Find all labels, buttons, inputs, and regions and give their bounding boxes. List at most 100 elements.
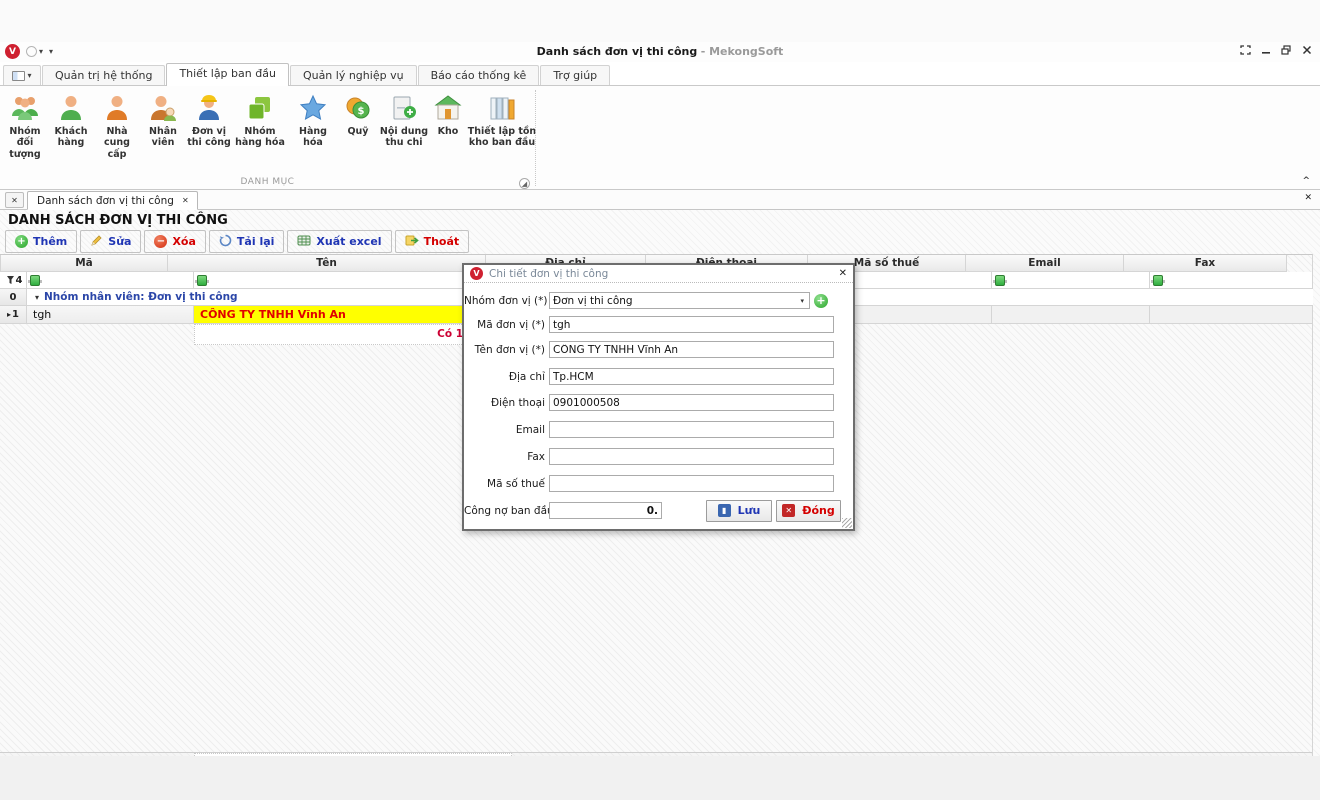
field-label: Email	[464, 424, 549, 436]
dialog-title-bar[interactable]: V Chi tiết đơn vị thi công ✕	[464, 265, 853, 283]
add-group-button[interactable]: +	[814, 294, 828, 308]
close-dialog-button[interactable]: ✕ Đóng	[776, 500, 841, 522]
column-header-fax[interactable]: Fax	[1124, 255, 1287, 272]
cell-email[interactable]	[992, 306, 1150, 324]
ribbon-item-label: Nhóm đối tượng	[2, 126, 48, 160]
ribbon-item-label: Thiết lập tồn kho ban đầu	[466, 126, 538, 149]
dia-chi-input[interactable]	[549, 368, 834, 385]
column-header-email[interactable]: Email	[966, 255, 1124, 272]
desktop-strip	[0, 756, 1320, 800]
ribbon-item-quy[interactable]: $ Quỹ	[338, 90, 378, 168]
cell-fax[interactable]	[1150, 306, 1313, 324]
filter-cell[interactable]	[992, 272, 1150, 289]
field-nhom-don-vi: Nhóm đơn vị (*) Đơn vị thi công ▾ +	[464, 292, 853, 309]
field-label: Tên đơn vị (*)	[464, 344, 549, 356]
supplier-icon	[101, 92, 133, 124]
ribbon-body: Nhóm đối tượng Khách hàng Nhà cung cấp	[0, 85, 1320, 190]
group-row-label: Nhóm nhân viên: Đơn vị thi công	[44, 291, 238, 303]
ten-don-vi-input[interactable]	[549, 341, 834, 358]
close-button[interactable]	[1302, 45, 1312, 55]
minimize-button[interactable]	[1261, 45, 1271, 55]
exit-icon	[405, 234, 419, 250]
ribbon-group-more-button[interactable]: ◢	[519, 178, 530, 189]
ribbon-item-nhan-vien[interactable]: Nhân viên	[140, 90, 186, 168]
filter-condition-icon[interactable]	[197, 275, 207, 286]
column-header-ten[interactable]: Tên	[168, 255, 486, 272]
cong-no-input[interactable]	[549, 502, 662, 519]
xuat-excel-button[interactable]: Xuất excel	[287, 230, 391, 253]
row-indicator: ▸ 1	[0, 306, 27, 324]
ma-don-vi-input[interactable]	[549, 316, 834, 333]
ribbon-item-nhom-doi-tuong[interactable]: Nhóm đối tượng	[2, 90, 48, 168]
filter-cell[interactable]	[834, 272, 992, 289]
coins-icon: $	[342, 92, 374, 124]
thoat-button[interactable]: Thoát	[395, 230, 470, 253]
ribbon-item-khach-hang[interactable]: Khách hàng	[48, 90, 94, 168]
filter-cell[interactable]	[27, 272, 194, 289]
dialog-close-icon[interactable]: ✕	[839, 268, 847, 279]
nhom-don-vi-combobox[interactable]: Đơn vị thi công ▾	[549, 292, 810, 309]
email-input[interactable]	[549, 421, 834, 438]
cell-ma-so-thue[interactable]	[834, 306, 992, 324]
page-title: DANH SÁCH ĐƠN VỊ THI CÔNG	[0, 210, 1313, 229]
row-indicator: 0	[0, 289, 27, 306]
ribbon-tab-bao-cao-thong-ke[interactable]: Báo cáo thống kê	[418, 65, 540, 86]
sua-button[interactable]: Sửa	[80, 230, 141, 253]
filter-condition-icon[interactable]	[30, 275, 40, 286]
them-button[interactable]: + Thêm	[5, 230, 77, 253]
tai-lai-button[interactable]: Tải lại	[209, 230, 285, 253]
dialog-title: Chi tiết đơn vị thi công	[489, 268, 833, 280]
title-bar: V ▾ ▾ Danh sách đơn vị thi công - Mekong…	[0, 42, 1320, 62]
ribbon-group-label: DANH MỤC	[0, 177, 535, 187]
document-tab-active[interactable]: Danh sách đơn vị thi công ✕	[27, 191, 198, 210]
tab-close-icon[interactable]: ✕	[182, 196, 189, 205]
ribbon-tab-thiet-lap-ban-dau[interactable]: Thiết lập ban đầu	[166, 63, 289, 86]
screen: V ▾ ▾ Danh sách đơn vị thi công - Mekong…	[0, 0, 1320, 800]
field-cong-no: Công nợ ban đầu ▮ Lưu ✕ Đóng	[464, 502, 853, 519]
xoa-button[interactable]: − Xóa	[144, 230, 205, 253]
filter-cell[interactable]	[1150, 272, 1313, 289]
funnel-icon	[7, 276, 14, 284]
ribbon-collapse-button[interactable]: ^	[1302, 176, 1310, 186]
dien-thoai-input[interactable]	[549, 394, 834, 411]
save-button[interactable]: ▮ Lưu	[706, 500, 772, 522]
stock-columns-icon	[486, 92, 518, 124]
ribbon-appmenu-tab[interactable]: ▾	[3, 65, 41, 86]
fullscreen-button[interactable]	[1240, 45, 1251, 55]
ribbon-item-noi-dung-thu-chi[interactable]: Nội dung thu chi	[378, 90, 430, 168]
chevron-down-icon[interactable]: ▾	[800, 297, 806, 305]
excel-icon	[297, 234, 311, 250]
svg-text:$: $	[358, 106, 365, 117]
ribbon-item-don-vi-thi-cong[interactable]: Đơn vị thi công	[186, 90, 232, 168]
fax-input[interactable]	[549, 448, 834, 465]
group-collapse-icon[interactable]: ▾	[35, 293, 39, 302]
refresh-icon	[219, 234, 232, 250]
field-dia-chi: Địa chỉ	[464, 368, 853, 385]
filter-condition-icon[interactable]	[995, 275, 1005, 286]
filter-condition-icon[interactable]	[1153, 275, 1163, 286]
column-header-ma[interactable]: Mã	[1, 255, 168, 272]
app-logo-icon: V	[470, 267, 483, 280]
ribbon-tab-tro-giup[interactable]: Trợ giúp	[540, 65, 610, 86]
ribbon-item-thiet-lap-ton-kho[interactable]: Thiết lập tồn kho ban đầu	[466, 90, 538, 168]
ribbon-item-kho[interactable]: Kho	[430, 90, 466, 168]
layout-icon	[12, 71, 25, 81]
cell-ma[interactable]: tgh	[27, 306, 194, 324]
ribbon-tab-quan-tri-he-thong[interactable]: Quản trị hệ thống	[42, 65, 165, 86]
ribbon-item-hang-hoa[interactable]: Hàng hóa	[288, 90, 338, 168]
field-dien-thoai: Điện thoại	[464, 394, 853, 411]
tabstrip-close-left-button[interactable]: ✕	[5, 192, 24, 208]
resize-grip[interactable]	[842, 518, 852, 528]
ribbon-item-label: Quỹ	[347, 126, 368, 137]
tabstrip-close-right-button[interactable]: ✕	[1304, 193, 1312, 203]
restore-button[interactable]	[1281, 45, 1292, 55]
ma-so-thue-input[interactable]	[549, 475, 834, 492]
employee-icon	[147, 92, 179, 124]
ribbon-item-nha-cung-cap[interactable]: Nhà cung cấp	[94, 90, 140, 168]
ribbon-tab-quan-ly-nghiep-vu[interactable]: Quản lý nghiệp vụ	[290, 65, 417, 86]
ribbon-item-nhom-hang-hoa[interactable]: Nhóm hàng hóa	[232, 90, 288, 168]
ribbon-group-separator	[535, 90, 536, 186]
filter-row-indicator: 4	[0, 272, 27, 289]
document-tab-label: Danh sách đơn vị thi công	[37, 195, 174, 207]
field-label: Công nợ ban đầu	[464, 505, 549, 517]
